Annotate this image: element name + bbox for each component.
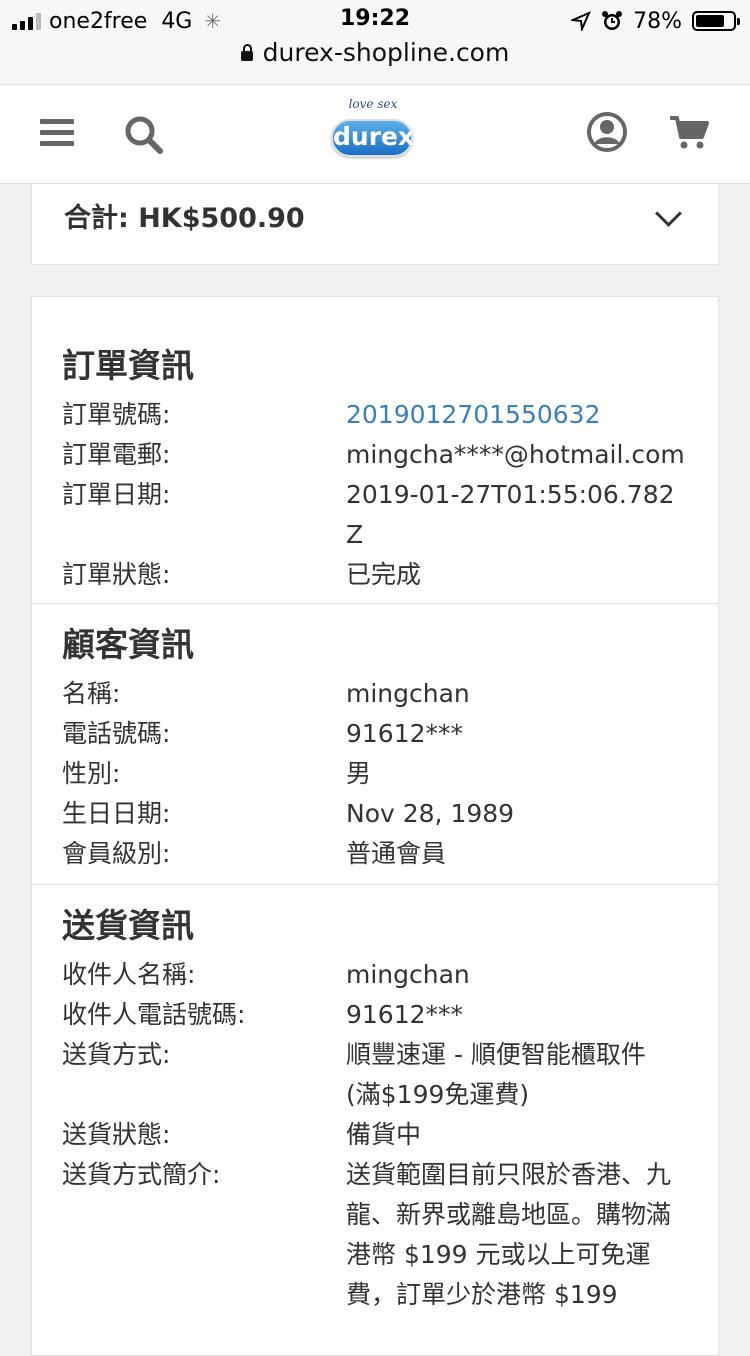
detail-row: 名稱: mingchan xyxy=(62,674,688,714)
detail-row: 訂單電郵: mingcha****@hotmail.com xyxy=(62,435,688,475)
battery-percent: 78% xyxy=(633,8,682,34)
logo-tagline: love sex xyxy=(348,97,398,111)
order-info-title: 訂單資訊 xyxy=(62,346,194,385)
recipient-name-label: 收件人名稱: xyxy=(62,960,196,989)
delivery-info-section: 送貨資訊 收件人名稱: mingchan 收件人電話號碼: 91612*** 送… xyxy=(32,884,718,1315)
lock-icon xyxy=(240,44,253,61)
detail-row: 收件人名稱: mingchan xyxy=(62,955,688,995)
delivery-status-value: 備貨中 xyxy=(346,1120,422,1149)
order-date-value: 2019-01-27T01:55:06.782Z xyxy=(346,480,675,549)
chevron-down-icon[interactable] xyxy=(655,200,682,227)
location-arrow-icon xyxy=(571,11,592,31)
delivery-status-label: 送貨狀態: xyxy=(62,1120,171,1149)
order-status-value: 已完成 xyxy=(346,560,422,589)
detail-row: 送貨狀態: 備貨中 xyxy=(62,1115,688,1155)
customer-phone-label: 電話號碼: xyxy=(62,719,171,748)
cart-icon[interactable] xyxy=(668,115,710,151)
detail-row: 電話號碼: 91612*** xyxy=(62,714,688,754)
order-email-value: mingcha****@hotmail.com xyxy=(346,440,685,469)
url-bar[interactable]: durex-shopline.com xyxy=(0,38,750,67)
detail-row: 訂單號碼: 2019012701550632 xyxy=(62,395,688,435)
alarm-icon xyxy=(602,11,623,30)
order-total-card[interactable]: 合計: HK$500.90 xyxy=(31,184,719,265)
delivery-info-title: 送貨資訊 xyxy=(62,906,194,945)
order-number-label: 訂單號碼: xyxy=(62,400,171,429)
status-right: 78% xyxy=(571,6,740,36)
battery-icon xyxy=(692,11,740,31)
customer-info-section: 顧客資訊 名稱: mingchan 電話號碼: 91612*** 性別: 男 生… xyxy=(32,603,718,884)
durex-logo[interactable]: love sex durex xyxy=(329,97,417,169)
detail-row: 送貨方式簡介: 送貨範圍目前只限於香港、九龍、新界或離島地區。購物滿港幣 $19… xyxy=(62,1155,688,1315)
search-icon[interactable] xyxy=(124,115,164,155)
detail-row: 性別: 男 xyxy=(62,754,688,794)
order-number-link[interactable]: 2019012701550632 xyxy=(346,395,686,435)
account-icon[interactable] xyxy=(586,111,628,153)
recipient-phone-value: 91612*** xyxy=(346,1000,464,1029)
status-bar: one2free 4G ✳ 19:22 78% durex-shopline.c… xyxy=(0,0,750,84)
order-info-section: 訂單資訊 訂單號碼: 2019012701550632 訂單電郵: mingch… xyxy=(32,297,718,603)
delivery-method-value: 順豐速運 - 順便智能櫃取件 (滿$199免運費) xyxy=(346,1040,646,1109)
menu-icon[interactable] xyxy=(40,119,74,147)
detail-row: 會員級別: 普通會員 xyxy=(62,834,688,874)
recipient-phone-label: 收件人電話號碼: xyxy=(62,1000,246,1029)
logo-text: durex xyxy=(331,119,414,157)
order-date-label: 訂單日期: xyxy=(62,480,171,509)
customer-gender-label: 性別: xyxy=(62,759,121,788)
order-total: 合計: HK$500.90 xyxy=(64,203,305,234)
customer-gender-value: 男 xyxy=(346,759,372,788)
order-email-label: 訂單電郵: xyxy=(62,440,171,469)
url-text: durex-shopline.com xyxy=(262,38,510,67)
membership-tier-value: 普通會員 xyxy=(346,839,447,868)
membership-tier-label: 會員級別: xyxy=(62,839,171,868)
recipient-name-value: mingchan xyxy=(346,960,470,989)
order-details-card: 訂單資訊 訂單號碼: 2019012701550632 訂單電郵: mingch… xyxy=(31,296,719,1356)
customer-name-label: 名稱: xyxy=(62,679,121,708)
customer-birthday-label: 生日日期: xyxy=(62,799,171,828)
detail-row: 生日日期: Nov 28, 1989 xyxy=(62,794,688,834)
detail-row: 收件人電話號碼: 91612*** xyxy=(62,995,688,1035)
site-header: love sex durex xyxy=(0,84,750,184)
detail-row: 送貨方式: 順豐速運 - 順便智能櫃取件 (滿$199免運費) xyxy=(62,1035,688,1115)
battery-fill xyxy=(696,15,725,27)
delivery-method-label: 送貨方式: xyxy=(62,1040,171,1069)
detail-row: 訂單日期: 2019-01-27T01:55:06.782Z xyxy=(62,475,688,555)
customer-phone-value: 91612*** xyxy=(346,719,464,748)
detail-row: 訂單狀態: 已完成 xyxy=(62,555,688,595)
customer-birthday-value: Nov 28, 1989 xyxy=(346,799,515,828)
customer-name-value: mingchan xyxy=(346,679,470,708)
customer-info-title: 顧客資訊 xyxy=(62,625,194,664)
delivery-description-label: 送貨方式簡介: xyxy=(62,1160,221,1189)
delivery-description-value: 送貨範圍目前只限於香港、九龍、新界或離島地區。購物滿港幣 $199 元或以上可免… xyxy=(346,1160,672,1309)
order-status-label: 訂單狀態: xyxy=(62,560,171,589)
